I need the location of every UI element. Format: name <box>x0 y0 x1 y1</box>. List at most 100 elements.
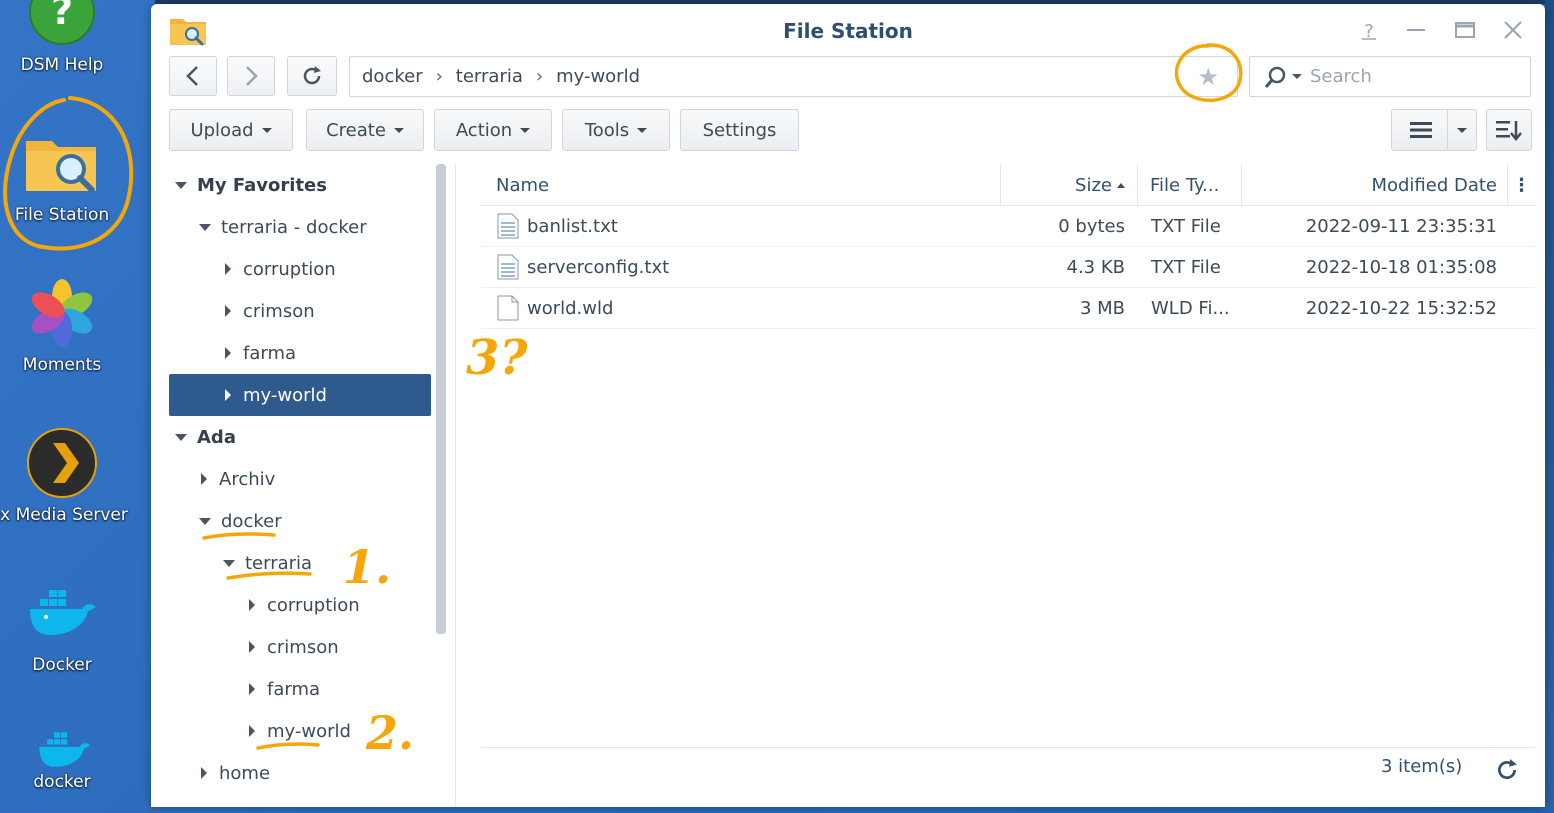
view-mode-button[interactable] <box>1391 109 1451 151</box>
expand-icon[interactable] <box>199 223 211 231</box>
tree-item-docker[interactable]: docker <box>169 500 431 542</box>
collapse-icon[interactable] <box>249 641 255 653</box>
expand-icon[interactable] <box>175 433 187 441</box>
collapse-icon[interactable] <box>225 263 231 275</box>
tree-label: corruption <box>243 258 336 280</box>
minimize-icon[interactable] <box>1404 18 1428 42</box>
search-placeholder: Search <box>1310 66 1372 87</box>
breadcrumb-docker[interactable]: docker <box>362 66 423 87</box>
chevron-down-icon <box>1457 127 1467 133</box>
table-row[interactable]: banlist.txt 0 bytes TXT File 2022-09-11 … <box>481 206 1535 247</box>
moments-flower-icon <box>31 279 93 347</box>
file-name: serverconfig.txt <box>527 256 670 278</box>
desktop-icon-file-station[interactable]: File Station <box>0 125 124 235</box>
file-modified: 2022-10-22 15:32:52 <box>1305 297 1497 319</box>
search-icon <box>1264 66 1286 88</box>
tree-item-fav-my-world[interactable]: my-world <box>169 374 431 416</box>
forward-button[interactable] <box>227 56 275 96</box>
tree-label: Ada <box>197 426 236 448</box>
tree-label: corruption <box>267 594 360 616</box>
column-label: File Ty... <box>1150 174 1220 196</box>
breadcrumb-terraria[interactable]: terraria <box>456 66 523 87</box>
file-station-window: File Station ? docker › terraria › my-wo… <box>151 4 1545 807</box>
chevron-down-icon <box>393 127 404 133</box>
action-button[interactable]: Action <box>434 109 552 151</box>
search-field[interactable]: Search <box>1249 56 1531 97</box>
breadcrumb-separator: › <box>435 66 443 87</box>
collapse-icon[interactable] <box>225 389 231 401</box>
tree-scrollbar[interactable] <box>436 164 446 634</box>
desktop-icon-moments[interactable]: Moments <box>0 275 124 385</box>
text-file-icon <box>497 254 519 280</box>
help-icon[interactable]: ? <box>1357 18 1381 42</box>
tree-item-my-world[interactable]: my-world <box>169 710 431 752</box>
docker-whale-icon <box>39 732 91 767</box>
breadcrumb-separator: › <box>535 66 544 87</box>
file-size: 0 bytes <box>1058 215 1125 237</box>
maximize-icon[interactable] <box>1453 18 1477 42</box>
window-title: File Station <box>783 19 913 43</box>
collapse-icon[interactable] <box>249 599 255 611</box>
tree-item-terraria[interactable]: terraria <box>169 542 431 584</box>
item-count: 3 item(s) <box>1381 756 1463 777</box>
view-mode-dropdown[interactable] <box>1447 109 1477 151</box>
desktop-icon-docker-2[interactable]: docker <box>0 730 124 813</box>
desktop-icon-dsm-help[interactable]: ? DSM Help <box>0 0 124 80</box>
file-size: 3 MB <box>1079 297 1125 319</box>
breadcrumb-my-world[interactable]: my-world <box>556 66 640 87</box>
table-row[interactable]: world.wld 3 MB WLD Fi... 2022-10-22 15:3… <box>481 288 1535 329</box>
upload-button[interactable]: Upload <box>169 109 293 151</box>
tree-item-farma[interactable]: farma <box>169 668 431 710</box>
collapse-icon[interactable] <box>201 473 207 485</box>
collapse-icon[interactable] <box>249 683 255 695</box>
tree-item-fav-corruption[interactable]: corruption <box>169 248 431 290</box>
tree-item-fav-crimson[interactable]: crimson <box>169 290 431 332</box>
sort-button[interactable] <box>1486 109 1532 151</box>
column-file-type[interactable]: File Ty... <box>1138 164 1242 206</box>
tree-label: crimson <box>243 300 315 322</box>
column-size[interactable]: Size <box>1001 164 1138 206</box>
column-menu-icon[interactable]: ⋮ <box>1508 164 1535 206</box>
desktop-label: docker <box>33 772 91 792</box>
tools-button[interactable]: Tools <box>562 109 670 151</box>
chevron-down-icon <box>261 127 272 133</box>
tree-item-archiv[interactable]: Archiv <box>169 458 431 500</box>
back-button[interactable] <box>169 56 217 96</box>
refresh-icon[interactable] <box>1495 758 1519 782</box>
collapse-icon[interactable] <box>225 305 231 317</box>
expand-icon[interactable] <box>199 517 211 525</box>
tree-item-terraria-docker[interactable]: terraria - docker <box>169 206 431 248</box>
help-icon: ? <box>29 0 95 45</box>
tools-label: Tools <box>584 119 630 141</box>
collapse-icon[interactable] <box>249 725 255 737</box>
file-modified: 2022-10-18 01:35:08 <box>1305 256 1497 278</box>
tree-label: Archiv <box>219 468 276 490</box>
tree-item-fav-farma[interactable]: farma <box>169 332 431 374</box>
collapse-icon[interactable] <box>201 767 207 779</box>
column-name[interactable]: Name <box>481 164 1001 206</box>
background-window-edge <box>1545 0 1554 813</box>
docker-whale-icon <box>30 590 96 635</box>
collapse-icon[interactable] <box>225 347 231 359</box>
desktop-icon-docker[interactable]: Docker <box>0 585 124 685</box>
settings-button[interactable]: Settings <box>680 109 799 151</box>
tree-group-ada[interactable]: Ada <box>169 416 431 458</box>
desktop-icon-plex[interactable]: ex Media Server <box>0 425 128 535</box>
refresh-button[interactable] <box>287 56 337 96</box>
tree-item-home[interactable]: home <box>169 752 431 794</box>
star-icon[interactable]: ★ <box>1197 63 1219 91</box>
column-modified-date[interactable]: Modified Date <box>1242 164 1508 206</box>
tree-item-corruption[interactable]: corruption <box>169 584 431 626</box>
close-icon[interactable] <box>1501 18 1525 42</box>
tree-group-favorites[interactable]: My Favorites <box>169 164 431 206</box>
expand-icon[interactable] <box>223 559 235 567</box>
tree-item-crimson[interactable]: crimson <box>169 626 431 668</box>
create-button[interactable]: Create <box>306 109 424 151</box>
path-bar[interactable]: docker › terraria › my-world ★ <box>349 56 1238 97</box>
chevron-down-icon[interactable] <box>1292 74 1302 79</box>
tree-label: My Favorites <box>197 174 327 196</box>
table-row[interactable]: serverconfig.txt 4.3 KB TXT File 2022-10… <box>481 247 1535 288</box>
pane-splitter[interactable] <box>455 164 456 807</box>
expand-icon[interactable] <box>175 181 187 189</box>
titlebar: File Station ? <box>151 4 1545 54</box>
